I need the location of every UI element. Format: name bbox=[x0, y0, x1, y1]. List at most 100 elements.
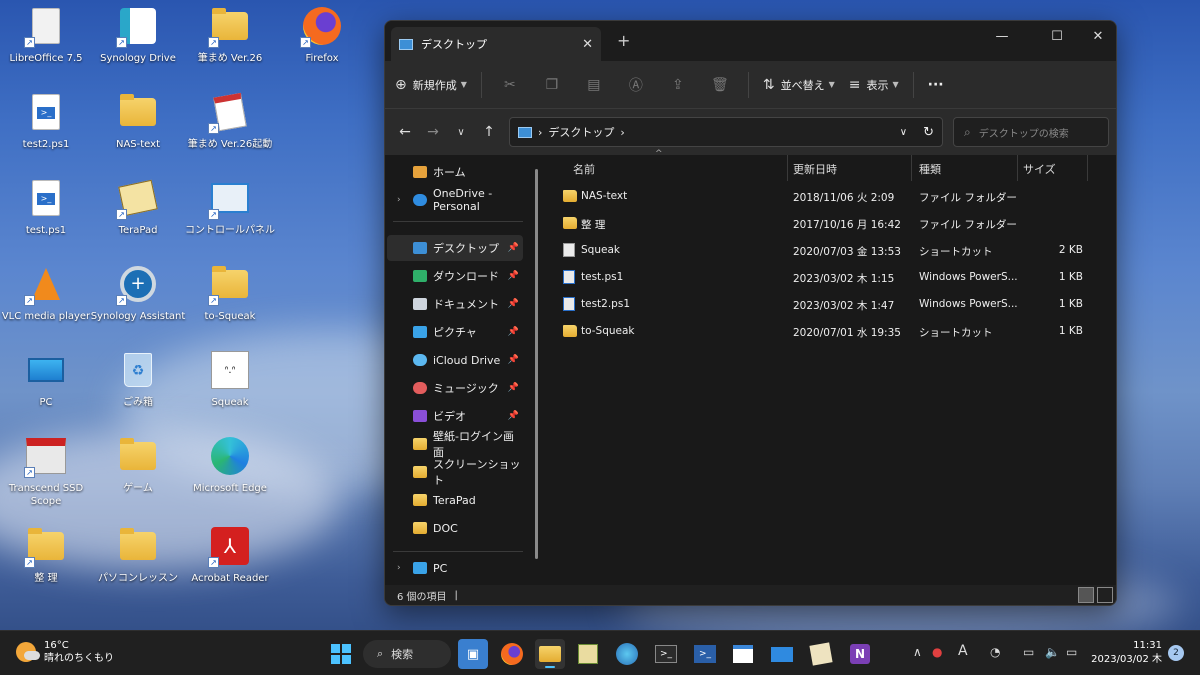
desktop-icon-to-squeak[interactable]: ↗ to-Squeak bbox=[184, 260, 276, 340]
forward-arrow-icon[interactable]: → bbox=[419, 124, 447, 140]
rename-icon[interactable]: Ⓐ bbox=[622, 75, 650, 95]
desktop-icon-libreoffice[interactable]: ↗ LibreOffice 7.5 bbox=[0, 2, 92, 82]
notification-badge[interactable]: 2 bbox=[1168, 645, 1184, 661]
table-row[interactable]: 整 理 2017/10/16 月 16:42 ファイル フォルダー bbox=[549, 210, 1116, 237]
nav-scrollbar[interactable] bbox=[535, 169, 538, 559]
taskbar-firefox[interactable] bbox=[497, 639, 527, 669]
address-bar[interactable]: › デスクトップ › ∨ ↻ bbox=[509, 117, 943, 147]
nav-item-pictures[interactable]: ピクチャ 📌 bbox=[387, 319, 523, 345]
desktop-icon-game[interactable]: ゲーム bbox=[92, 432, 184, 512]
desktop-icon-synology-assistant[interactable]: + ↗ Synology Assistant bbox=[91, 260, 185, 340]
start-button[interactable] bbox=[326, 639, 356, 669]
column-divider[interactable] bbox=[911, 155, 912, 181]
battery-icon[interactable]: ▭ bbox=[1066, 645, 1077, 659]
desktop-icon-acrobat[interactable]: ⅄ ↗ Acrobat Reader bbox=[184, 522, 276, 602]
nav-item-documents[interactable]: ドキュメント 📌 bbox=[387, 291, 523, 317]
maximize-icon[interactable]: ☐ bbox=[1037, 21, 1077, 51]
nav-item-doc[interactable]: DOC bbox=[387, 515, 523, 541]
desktop-icon-firefox[interactable]: ↗ Firefox bbox=[276, 2, 368, 82]
sort-button[interactable]: ⇅ 並べ替え ▼ bbox=[763, 70, 835, 100]
share-icon[interactable]: ⇪ bbox=[664, 77, 692, 93]
taskbar-search[interactable]: ⌕ 検索 bbox=[363, 640, 451, 668]
table-row[interactable]: Squeak 2020/07/03 金 13:53 ショートカット 2 KB bbox=[549, 237, 1116, 264]
recent-chevron-icon[interactable]: ∨ bbox=[447, 127, 475, 138]
taskbar-powershell-1[interactable]: >_ bbox=[651, 639, 681, 669]
desktop-icon-test-ps1[interactable]: >_ test.ps1 bbox=[0, 174, 92, 254]
paste-icon[interactable]: ▤ bbox=[580, 77, 608, 93]
nav-item-downloads[interactable]: ダウンロード 📌 bbox=[387, 263, 523, 289]
table-row[interactable]: test.ps1 2023/03/02 木 1:15 Windows Power… bbox=[549, 264, 1116, 291]
tab-close-icon[interactable]: ✕ bbox=[582, 37, 593, 52]
nav-item-onedrive[interactable]: › OneDrive - Personal bbox=[387, 187, 523, 213]
nav-item-desktop[interactable]: デスクトップ 📌 bbox=[387, 235, 523, 261]
desktop-icon-vlc[interactable]: ↗ VLC media player bbox=[0, 260, 92, 340]
copy-icon[interactable]: ❐ bbox=[538, 77, 566, 93]
taskbar-control-panel[interactable]: ▣ bbox=[458, 639, 488, 669]
desktop-icon-test2-ps1[interactable]: >_ test2.ps1 bbox=[0, 88, 92, 168]
nav-item-terapad[interactable]: TeraPad bbox=[387, 487, 523, 513]
nav-item-wallpaper[interactable]: 壁紙-ログイン画面 bbox=[387, 430, 523, 459]
back-arrow-icon[interactable]: ← bbox=[391, 124, 419, 140]
address-dropdown-icon[interactable]: ∨ bbox=[900, 127, 907, 138]
nav-item-pc[interactable]: › PC bbox=[387, 559, 523, 577]
ime-indicator[interactable]: A bbox=[958, 643, 968, 659]
up-arrow-icon[interactable]: ↑ bbox=[475, 124, 503, 140]
network-icon[interactable]: ▭ bbox=[1023, 645, 1034, 659]
column-header-type[interactable]: 種類 bbox=[919, 155, 941, 183]
table-row[interactable]: to-Squeak 2020/07/01 水 19:35 ショートカット 1 K… bbox=[549, 318, 1116, 345]
tab-desktop[interactable]: デスクトップ ✕ bbox=[391, 27, 601, 61]
nav-item-videos[interactable]: ビデオ 📌 bbox=[387, 403, 523, 429]
taskbar-globe-app[interactable] bbox=[612, 639, 642, 669]
nav-item-home[interactable]: ホーム bbox=[387, 159, 523, 185]
desktop-icon-squeak[interactable]: ᐢ.ᐢ Squeak bbox=[184, 346, 276, 426]
new-button[interactable]: ⊕ 新規作成 ▼ bbox=[395, 70, 467, 100]
desktop-icon-fudemame[interactable]: ↗ 筆まめ Ver.26 bbox=[184, 2, 276, 82]
column-header-name[interactable]: 名前 bbox=[573, 155, 595, 183]
breadcrumb-desktop[interactable]: デスクトップ bbox=[548, 124, 614, 140]
more-options-button[interactable]: ··· bbox=[928, 70, 944, 100]
nav-item-screenshots[interactable]: スクリーンショット bbox=[387, 458, 523, 487]
show-hidden-icons-chevron[interactable]: ∧ bbox=[913, 645, 922, 659]
column-header-size[interactable]: サイズ bbox=[1023, 155, 1056, 183]
taskbar-fudemame[interactable] bbox=[806, 639, 836, 669]
close-window-icon[interactable]: ✕ bbox=[1078, 21, 1116, 51]
expand-chevron-icon[interactable]: › bbox=[397, 195, 401, 205]
desktop-icon-seiri[interactable]: ↗ 整 理 bbox=[0, 522, 92, 602]
taskbar-mail[interactable] bbox=[767, 639, 797, 669]
desktop-icon-terapad[interactable]: ↗ TeraPad bbox=[92, 174, 184, 254]
weather-widget[interactable]: 16°C 晴れのちくもり bbox=[16, 639, 114, 665]
desktop-icon-control-panel[interactable]: ↗ コントロールパネル bbox=[184, 174, 276, 254]
nav-item-icloud[interactable]: iCloud Drive 📌 bbox=[387, 347, 523, 373]
cut-icon[interactable]: ✂ bbox=[496, 77, 524, 93]
column-divider[interactable] bbox=[1087, 155, 1088, 181]
column-header-modified[interactable]: 更新日時 bbox=[793, 155, 837, 183]
delete-icon[interactable]: 🗑 bbox=[706, 77, 734, 93]
volume-icon[interactable]: 🔈 bbox=[1045, 645, 1060, 659]
desktop-icon-fudemame-launch[interactable]: ↗ 筆まめ Ver.26起動 bbox=[184, 88, 276, 168]
refresh-icon[interactable]: ↻ bbox=[923, 125, 934, 140]
security-status-icon[interactable]: ● bbox=[932, 645, 942, 659]
taskbar-terapad[interactable] bbox=[573, 639, 603, 669]
desktop-icon-pc[interactable]: PC bbox=[0, 346, 92, 426]
desktop-icon-pc-lesson[interactable]: パソコンレッスン bbox=[92, 522, 184, 602]
table-row[interactable]: test2.ps1 2023/03/02 木 1:47 Windows Powe… bbox=[549, 291, 1116, 318]
desktop-icon-recycle-bin[interactable]: ♻ ごみ箱 bbox=[92, 346, 184, 426]
search-box[interactable]: ⌕ デスクトップの検索 bbox=[953, 117, 1109, 147]
view-button[interactable]: ≡ 表示 ▼ bbox=[849, 70, 899, 100]
clock[interactable]: 11:31 2023/03/02 木 bbox=[1090, 639, 1162, 667]
desktop-icon-edge[interactable]: Microsoft Edge bbox=[184, 432, 276, 512]
sync-icon[interactable]: ◔ bbox=[990, 645, 1000, 659]
taskbar-onenote[interactable]: N bbox=[845, 639, 875, 669]
taskbar-file-explorer[interactable] bbox=[535, 639, 565, 669]
desktop-icon-transcend[interactable]: ↗ Transcend SSD Scope bbox=[0, 432, 92, 522]
column-divider[interactable] bbox=[1017, 155, 1018, 181]
table-row[interactable]: NAS-text 2018/11/06 火 2:09 ファイル フォルダー bbox=[549, 183, 1116, 210]
column-divider[interactable] bbox=[787, 155, 788, 181]
desktop-icon-synology-drive[interactable]: ↗ Synology Drive bbox=[92, 2, 184, 82]
nav-item-music[interactable]: ミュージック 📌 bbox=[387, 375, 523, 401]
details-view-icon[interactable] bbox=[1078, 587, 1094, 603]
expand-chevron-icon[interactable]: › bbox=[397, 563, 401, 573]
new-tab-icon[interactable]: + bbox=[617, 31, 630, 50]
desktop-icon-nas-text[interactable]: NAS-text bbox=[92, 88, 184, 168]
minimize-icon[interactable]: — bbox=[982, 21, 1022, 51]
